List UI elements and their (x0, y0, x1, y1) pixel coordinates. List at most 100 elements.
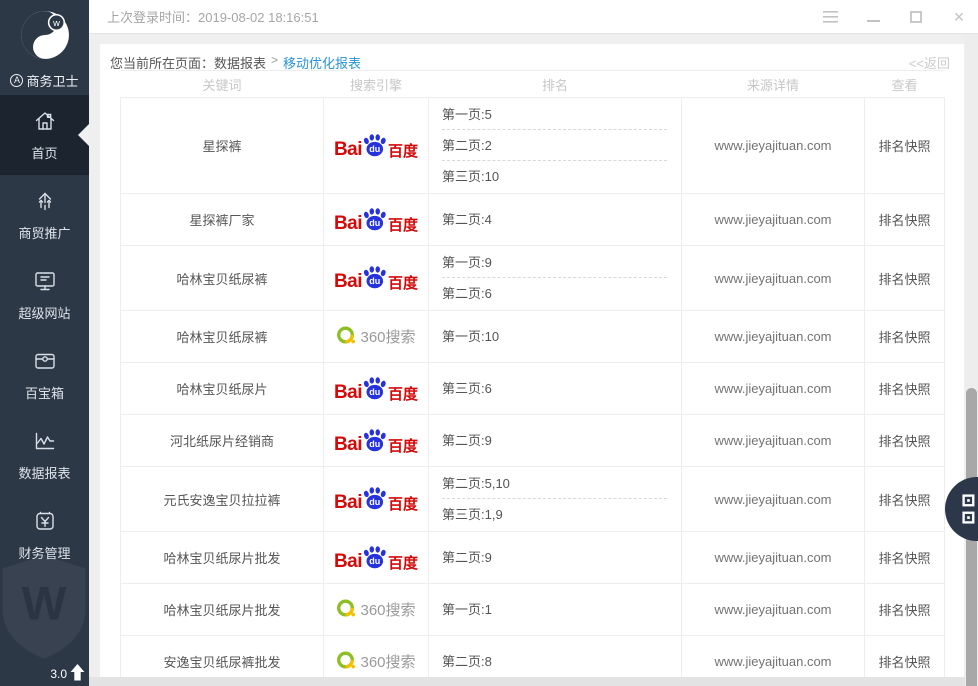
sidebar-item-home[interactable]: 首页 (0, 95, 89, 175)
sidebar-item-promotion[interactable]: 商贸推广 (0, 175, 89, 255)
engine-cell: 360搜索 (324, 636, 429, 678)
baidu-logo: Baidu百度 (334, 265, 418, 291)
svg-text:du: du (369, 218, 380, 228)
baidu-paw-icon: du (361, 428, 388, 454)
sidebar: w A 商务卫士 首页 (0, 0, 89, 686)
snapshot-link[interactable]: 排名快照 (878, 655, 930, 670)
source-link[interactable]: www.jieyajituan.com (714, 602, 831, 617)
snapshot-link[interactable]: 排名快照 (878, 603, 930, 618)
active-item-notch (78, 124, 89, 146)
source-link[interactable]: www.jieyajituan.com (714, 138, 831, 153)
engine-cell: Baidu百度 (324, 194, 429, 246)
source-link[interactable]: www.jieyajituan.com (714, 654, 831, 669)
minimize-button[interactable] (865, 9, 881, 25)
view-cell: 排名快照 (865, 636, 945, 678)
source-link[interactable]: www.jieyajituan.com (714, 433, 831, 448)
snapshot-link[interactable]: 排名快照 (878, 493, 930, 508)
rank-cell: 第一页:5第二页:2第三页:10 (429, 98, 682, 194)
snapshot-link[interactable]: 排名快照 (878, 213, 930, 228)
svg-text:w: w (52, 18, 60, 28)
baidu-paw-icon: du (361, 133, 388, 159)
rank-cell: 第二页:9 (429, 415, 682, 467)
home-icon (32, 108, 58, 134)
ranking-table: 关键词 搜索引擎 排名 来源详情 查看 星探裤Baidu百度第一页:5第二页:2… (120, 70, 945, 677)
header-keyword: 关键词 (121, 71, 324, 98)
source-cell: www.jieyajituan.com (682, 311, 865, 363)
brand-badge-icon: A (10, 74, 23, 87)
header-engine: 搜索引擎 (324, 71, 429, 98)
view-cell: 排名快照 (865, 363, 945, 415)
baidu-logo-text: Bai (334, 383, 362, 402)
snapshot-link[interactable]: 排名快照 (878, 272, 930, 287)
menu-icon[interactable] (822, 9, 838, 25)
report-table-wrap: 关键词 搜索引擎 排名 来源详情 查看 星探裤Baidu百度第一页:5第二页:2… (120, 70, 944, 677)
source-cell: www.jieyajituan.com (682, 467, 865, 532)
breadcrumb-current-link[interactable]: 移动优化报表 (283, 53, 361, 72)
snapshot-link[interactable]: 排名快照 (878, 382, 930, 397)
baidu-logo: Baidu百度 (334, 133, 418, 159)
table-row: 安逸宝贝纸尿裤批发360搜索第二页:8www.jieyajituan.com排名… (121, 636, 945, 678)
rank-entry: 第一页:1 (442, 594, 667, 625)
so360-logo: 360搜索 (336, 598, 415, 622)
rank-entry: 第二页:5,10 (442, 468, 667, 499)
baidu-logo-suffix: 百度 (388, 276, 418, 291)
vertical-scrollbar-track[interactable] (965, 34, 978, 686)
rank-cell: 第二页:8 (429, 636, 682, 678)
keyword-cell: 星探裤厂家 (121, 194, 324, 246)
rank-entry: 第二页:9 (442, 542, 667, 573)
qr-code-icon (962, 494, 978, 524)
rank-entry: 第三页:6 (442, 373, 667, 404)
rank-entry: 第二页:8 (442, 646, 667, 677)
sidebar-item-reports[interactable]: 数据报表 (0, 415, 89, 495)
view-cell: 排名快照 (865, 98, 945, 194)
rank-cell: 第一页:1 (429, 584, 682, 636)
view-cell: 排名快照 (865, 584, 945, 636)
close-button[interactable]: × (951, 9, 967, 25)
table-row: 星探裤 Baidu百度第一页:5第二页:2第三页:10 www.jieyajitua… (121, 98, 945, 194)
rank-entry: 第三页:10 (442, 161, 667, 192)
keyword-cell: 哈林宝贝纸尿片 (121, 363, 324, 415)
svg-text:du: du (369, 439, 380, 449)
svg-text:du: du (369, 497, 380, 507)
baidu-logo-suffix: 百度 (388, 497, 418, 512)
so360-logo: 360搜索 (336, 650, 415, 674)
snapshot-link[interactable]: 排名快照 (878, 330, 930, 345)
source-link[interactable]: www.jieyajituan.com (714, 271, 831, 286)
horizontal-scrollbar-track[interactable] (89, 677, 965, 686)
rank-entry: 第一页:10 (442, 321, 667, 352)
source-link[interactable]: www.jieyajituan.com (714, 381, 831, 396)
table-row: 哈林宝贝纸尿裤360搜索第一页:10www.jieyajituan.com排名快… (121, 311, 945, 363)
source-cell: www.jieyajituan.com (682, 98, 865, 194)
back-link[interactable]: <<返回 (909, 53, 950, 72)
source-link[interactable]: www.jieyajituan.com (714, 550, 831, 565)
engine-cell: Baidu百度 (324, 532, 429, 584)
engine-cell: Baidu百度 (324, 467, 429, 532)
source-link[interactable]: www.jieyajituan.com (714, 212, 831, 227)
rank-entry: 第三页:1,9 (442, 499, 667, 530)
source-cell: www.jieyajituan.com (682, 584, 865, 636)
sidebar-item-website[interactable]: 超级网站 (0, 255, 89, 335)
so360-ring-icon (336, 650, 357, 674)
source-link[interactable]: www.jieyajituan.com (714, 492, 831, 507)
so360-ring-icon (336, 598, 357, 622)
view-cell: 排名快照 (865, 415, 945, 467)
upgrade-arrow-icon[interactable] (70, 664, 85, 681)
snapshot-link[interactable]: 排名快照 (878, 434, 930, 449)
breadcrumb-section: 数据报表 (214, 53, 266, 72)
baidu-paw-icon: du (361, 207, 388, 233)
snapshot-link[interactable]: 排名快照 (878, 139, 930, 154)
snapshot-link[interactable]: 排名快照 (878, 551, 930, 566)
source-cell: www.jieyajituan.com (682, 415, 865, 467)
keyword-cell: 哈林宝贝纸尿片批发 (121, 584, 324, 636)
source-link[interactable]: www.jieyajituan.com (714, 329, 831, 344)
maximize-button[interactable] (908, 9, 924, 25)
rank-cell: 第一页:9第二页:6 (429, 246, 682, 311)
baidu-logo: Baidu百度 (334, 428, 418, 454)
table-row: 哈林宝贝纸尿片Baidu百度第三页:6www.jieyajituan.com排名… (121, 363, 945, 415)
promotion-icon (32, 188, 58, 214)
sidebar-item-toolbox[interactable]: 百宝箱 (0, 335, 89, 415)
source-cell: www.jieyajituan.com (682, 636, 865, 678)
keyword-cell: 星探裤 (121, 98, 324, 194)
engine-cell: Baidu百度 (324, 246, 429, 311)
app-window: w A 商务卫士 首页 (0, 0, 978, 686)
